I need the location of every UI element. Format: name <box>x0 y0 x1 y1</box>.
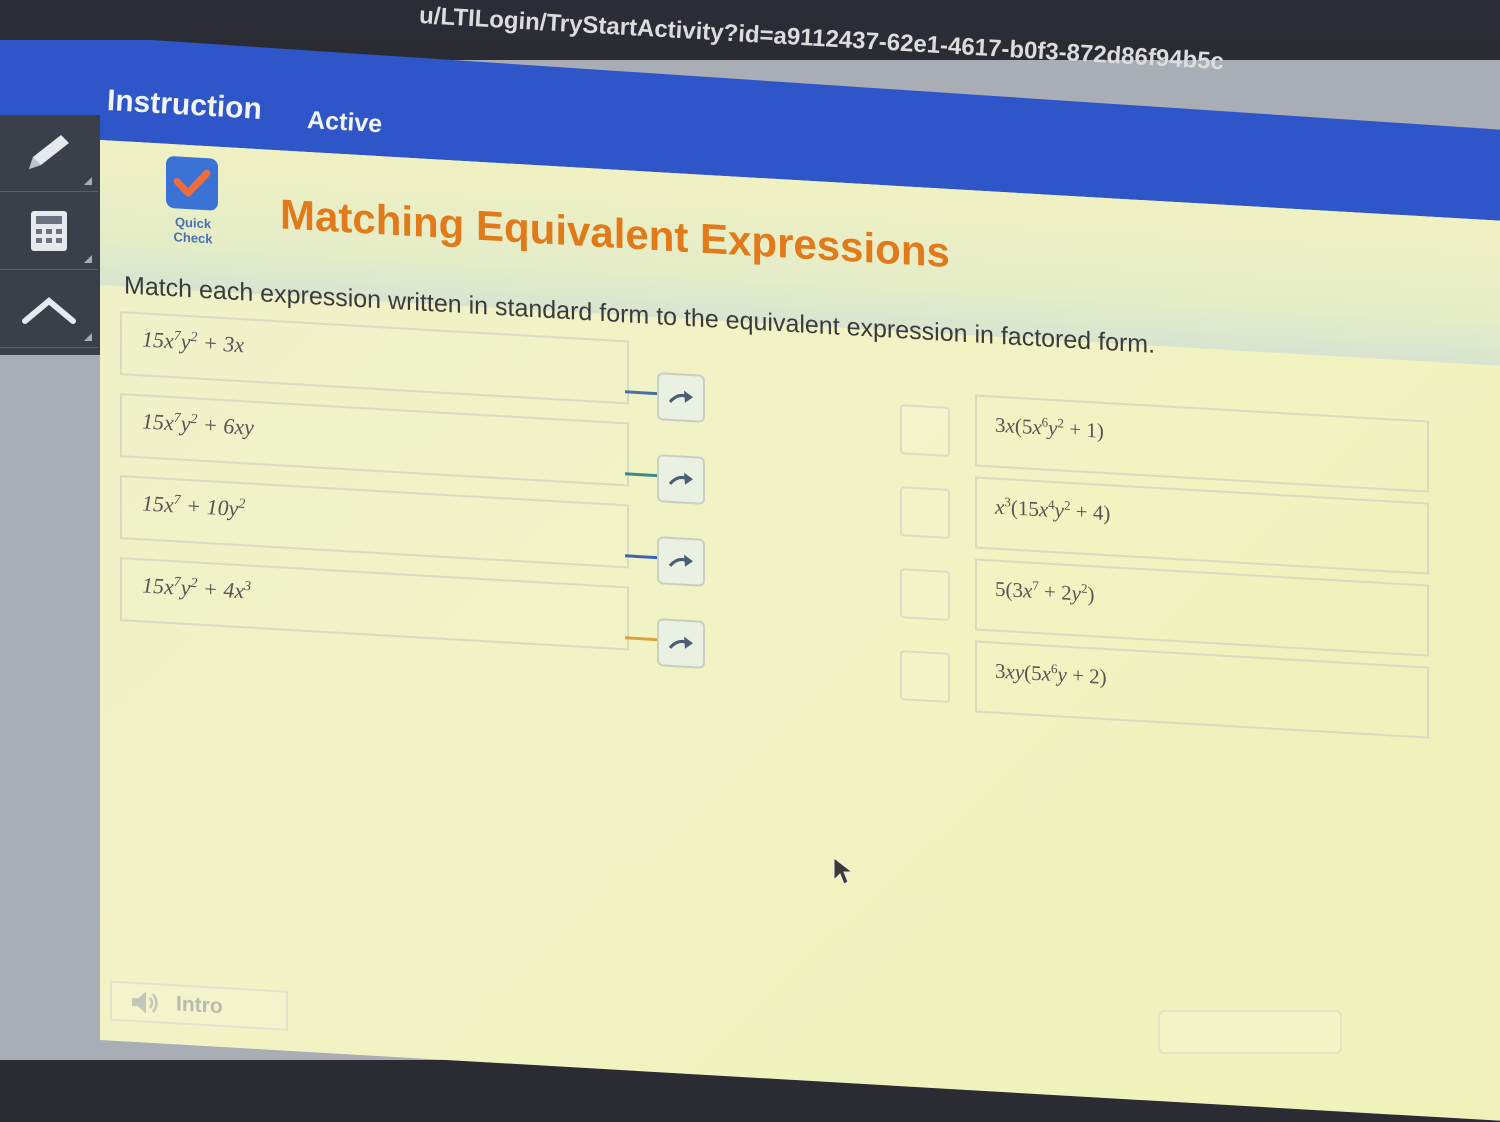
connector-line-2 <box>625 472 661 478</box>
page-title: Matching Equivalent Expressions <box>280 190 950 277</box>
arrow-right-icon <box>668 390 693 403</box>
arrow-right-icon <box>668 472 693 485</box>
tool-sidebar <box>0 115 100 355</box>
quick-check-label: Quick Check <box>173 214 213 247</box>
tab-active[interactable]: Active <box>306 106 383 139</box>
drop-slot-4[interactable] <box>900 650 950 704</box>
right-expression-text: 3x(5x6y2 + 1) <box>995 412 1104 443</box>
left-expression-text: 15x7y2 + 3x <box>142 326 245 358</box>
activity-panel: Quick Check Matching Equivalent Expressi… <box>100 140 1500 1122</box>
left-expression-3: 15x7 + 10y2 <box>120 475 629 569</box>
right-expression-3: 5(3x7 + 2y2) <box>975 558 1429 657</box>
mouse-cursor-icon <box>833 856 854 885</box>
pencil-tool-button[interactable] <box>0 115 98 192</box>
quick-check-icon <box>166 155 218 211</box>
right-expression-4: 3xy(5x6y + 2) <box>975 640 1429 739</box>
drop-slot-2[interactable] <box>900 486 950 540</box>
connector-line-4 <box>625 636 661 642</box>
drop-slot-1[interactable] <box>900 404 950 458</box>
right-expression-1: 3x(5x6y2 + 1) <box>975 394 1429 493</box>
intro-audio-button[interactable]: Intro <box>110 980 288 1031</box>
drag-arrow-button-3[interactable] <box>657 536 705 587</box>
calculator-icon <box>31 211 67 251</box>
right-expression-text: 3xy(5x6y + 2) <box>995 658 1107 690</box>
tab-instruction[interactable]: Instruction <box>106 84 263 127</box>
right-expression-text: x3(15x4y2 + 4) <box>995 494 1111 526</box>
right-expression-text: 5(3x7 + 2y2) <box>995 576 1095 607</box>
drag-arrow-button-4[interactable] <box>657 618 705 669</box>
arrow-right-icon <box>668 554 693 567</box>
speaker-icon <box>132 991 158 1014</box>
left-expression-2: 15x7y2 + 6xy <box>120 393 629 487</box>
drop-slot-3[interactable] <box>900 568 950 622</box>
connector-line-1 <box>625 390 661 396</box>
drag-arrow-button-2[interactable] <box>657 454 705 505</box>
left-expression-text: 15x7y2 + 4x3 <box>142 572 252 604</box>
browser-url-bar: u/LTILogin/TryStartActivity?id=a9112437-… <box>0 0 1500 75</box>
pencil-icon <box>29 135 69 169</box>
arrow-right-icon <box>668 636 693 649</box>
left-expression-text: 15x7y2 + 6xy <box>142 408 254 440</box>
intro-label: Intro <box>176 992 223 1019</box>
right-expression-2: x3(15x4y2 + 4) <box>975 476 1429 575</box>
up-arrow-icon <box>22 297 76 324</box>
done-button[interactable] <box>1158 1010 1342 1054</box>
left-expression-4: 15x7y2 + 4x3 <box>120 557 629 651</box>
left-expression-text: 15x7 + 10y2 <box>142 490 246 521</box>
calculator-tool-button[interactable] <box>0 193 98 270</box>
tab-bar: Instruction Active <box>106 78 1500 139</box>
drag-arrow-button-1[interactable] <box>657 372 705 423</box>
up-tool-button[interactable] <box>0 271 98 348</box>
connector-line-3 <box>625 554 661 560</box>
